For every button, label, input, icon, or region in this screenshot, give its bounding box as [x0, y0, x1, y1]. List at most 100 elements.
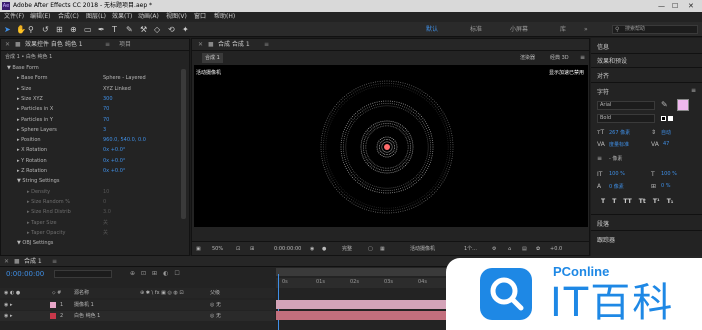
eraser-tool-icon[interactable]: ◇	[154, 25, 160, 34]
effect-param-label[interactable]: ▸ Taper Size	[27, 218, 57, 228]
tsume-value[interactable]: 0 %	[661, 183, 671, 189]
effect-param-label[interactable]: ▸ Size Random %	[27, 197, 70, 207]
tab-effect-controls[interactable]: 效果控件 自色 纯色 1	[25, 39, 83, 51]
snapshot-icon[interactable]: ◉	[310, 242, 314, 256]
scrollbar[interactable]	[181, 69, 186, 219]
quality-dropdown[interactable]: 完整	[342, 242, 352, 256]
composition-canvas[interactable]: 活动摄像机 显示加速已禁用	[194, 65, 588, 227]
menu-view[interactable]: 视图(V)	[166, 12, 187, 22]
all-caps-button[interactable]: TT	[623, 198, 631, 205]
stroke-width-value[interactable]: - 像素	[609, 155, 622, 162]
effect-param-value[interactable]: 960.0, 540.0, 0.0	[103, 135, 146, 145]
magnifier-icon[interactable]: ▣	[196, 242, 201, 256]
tab-timeline-comp[interactable]: 合成 1	[24, 256, 42, 267]
resolution-icon[interactable]: ⊡	[236, 242, 240, 256]
effect-param-label[interactable]: ▸ Z Rotation	[17, 166, 47, 176]
font-size-value[interactable]: 267 像素	[609, 129, 630, 136]
panel-menu-icon[interactable]: ≡	[105, 39, 110, 51]
brush-tool-icon[interactable]: ✎	[126, 25, 133, 34]
menu-help[interactable]: 帮助(H)	[214, 12, 235, 22]
tab-project[interactable]: 项目	[119, 39, 131, 51]
menu-effect[interactable]: 效果(T)	[112, 12, 132, 22]
timeline-layer-row[interactable]: ◉ ▸ 2 白色 纯色 1 ◎ 无	[0, 311, 275, 321]
minimize-icon[interactable]: —	[658, 0, 665, 12]
eyedropper-icon[interactable]: ✎	[661, 100, 668, 109]
transparency-grid-icon[interactable]: ▦	[380, 242, 385, 256]
timeline-icon[interactable]: ▤	[522, 242, 527, 256]
close-icon[interactable]: ✕	[688, 0, 694, 12]
puppet-tool-icon[interactable]: ✦	[182, 25, 189, 34]
black-swatch[interactable]	[661, 116, 666, 121]
faux-bold-button[interactable]: T	[601, 198, 605, 205]
tab-composition[interactable]: 合成 合成 1	[218, 39, 250, 51]
flowchart-icon[interactable]: ⌂	[508, 242, 511, 256]
close-timeline-icon[interactable]: ✕	[4, 256, 9, 267]
effect-param-value[interactable]: 关	[103, 218, 108, 228]
workspace-library[interactable]: 库	[560, 25, 566, 34]
timeline-switches-icons[interactable]: ⊕⊡⊞◐☐	[130, 270, 186, 277]
effect-param-value[interactable]: 0x +0.0°	[103, 166, 125, 176]
column-source-name[interactable]: 源名称	[74, 288, 89, 298]
grid-icon[interactable]: ⊞	[250, 242, 254, 256]
font-family-dropdown[interactable]: Arial	[597, 101, 655, 110]
superscript-button[interactable]: T¹	[653, 198, 660, 205]
fast-preview-icon[interactable]: ⚙	[492, 242, 496, 256]
effect-param-value[interactable]: XYZ Linked	[103, 84, 131, 94]
effect-param-label[interactable]: ▼ Base Form	[7, 63, 39, 73]
viewer-menu-icon[interactable]: ≡	[580, 53, 585, 63]
effect-param-value[interactable]: Sphere - Layered	[103, 73, 146, 83]
menu-composition[interactable]: 合成(C)	[58, 12, 79, 22]
zoom-tool-icon[interactable]: ⚲	[28, 25, 34, 34]
comp-subtab[interactable]: 合成 1	[202, 53, 223, 63]
work-area-bar[interactable]	[276, 268, 446, 276]
leading-value[interactable]: 自动	[661, 129, 671, 136]
timeline-search[interactable]	[54, 270, 112, 278]
region-icon[interactable]: ▢	[368, 242, 373, 256]
effect-param-value[interactable]: 3.0	[103, 207, 111, 217]
faux-italic-button[interactable]: T	[612, 198, 616, 205]
workspace-more-icon[interactable]: »	[584, 25, 588, 34]
lock-icon[interactable]: ■	[15, 39, 21, 51]
align-title[interactable]: 对齐	[597, 71, 609, 80]
timeline-lock-icon[interactable]: ■	[14, 256, 20, 267]
timeline-menu-icon[interactable]: ≡	[52, 256, 57, 267]
timeline-timecode[interactable]: 0:00:00:00	[6, 270, 44, 278]
effect-param-label[interactable]: ▸ Particles in X	[17, 104, 53, 114]
kerning-value[interactable]: 度量标准	[609, 141, 629, 148]
timeline-layer-row[interactable]: ◉ ▸ 1 摄像机 1 ◎ 无	[0, 300, 275, 310]
tracking-value[interactable]: 47	[663, 141, 669, 147]
workspace-default[interactable]: 默认	[426, 25, 438, 34]
exposure-value[interactable]: +0.0	[550, 242, 562, 256]
effect-param-label[interactable]: ▸ Size XYZ	[17, 94, 43, 104]
effect-param-label[interactable]: ▸ Size Rnd Distrib	[27, 207, 71, 217]
vertical-scale-value[interactable]: 100 %	[609, 171, 625, 177]
tracker-title[interactable]: 跟踪器	[597, 235, 615, 244]
effect-param-value[interactable]: 0x +0.0°	[103, 145, 125, 155]
info-panel-title[interactable]: 信息	[597, 42, 609, 51]
rotate-tool-icon[interactable]: ↺	[42, 25, 49, 34]
white-swatch[interactable]	[668, 116, 673, 121]
renderer-value[interactable]: 经典 3D	[550, 53, 569, 63]
font-style-dropdown[interactable]: Bold	[597, 114, 655, 123]
pan-behind-tool-icon[interactable]: ⊕	[70, 25, 77, 34]
character-title[interactable]: 字符	[597, 87, 609, 96]
baseline-value[interactable]: 0 像素	[609, 183, 624, 190]
show-channel-icon[interactable]: ●	[322, 242, 326, 256]
camera-tool-icon[interactable]: ⊞	[56, 25, 63, 34]
menu-layer[interactable]: 图层(L)	[86, 12, 106, 22]
views-dropdown[interactable]: 1个...	[464, 242, 477, 256]
workspace-standard[interactable]: 标准	[470, 25, 482, 34]
effect-param-label[interactable]: ▸ Base Form	[17, 73, 47, 83]
effect-param-label[interactable]: ▸ X Rotation	[17, 145, 47, 155]
effect-param-label[interactable]: ▸ Size	[17, 84, 31, 94]
menu-window[interactable]: 窗口	[194, 12, 206, 22]
effect-param-label[interactable]: ▸ Sphere Layers	[17, 125, 57, 135]
workspace-small[interactable]: 小屏幕	[510, 25, 528, 34]
effect-param-value[interactable]: 300	[103, 94, 113, 104]
fill-color-swatch[interactable]	[677, 99, 689, 111]
paragraph-title[interactable]: 段落	[597, 219, 609, 228]
effect-param-value[interactable]: 3	[103, 125, 106, 135]
menu-edit[interactable]: 编辑(E)	[30, 12, 50, 22]
zoom-dropdown[interactable]: 50%	[212, 242, 223, 256]
effect-param-label[interactable]: ▸ Y Rotation	[17, 156, 47, 166]
